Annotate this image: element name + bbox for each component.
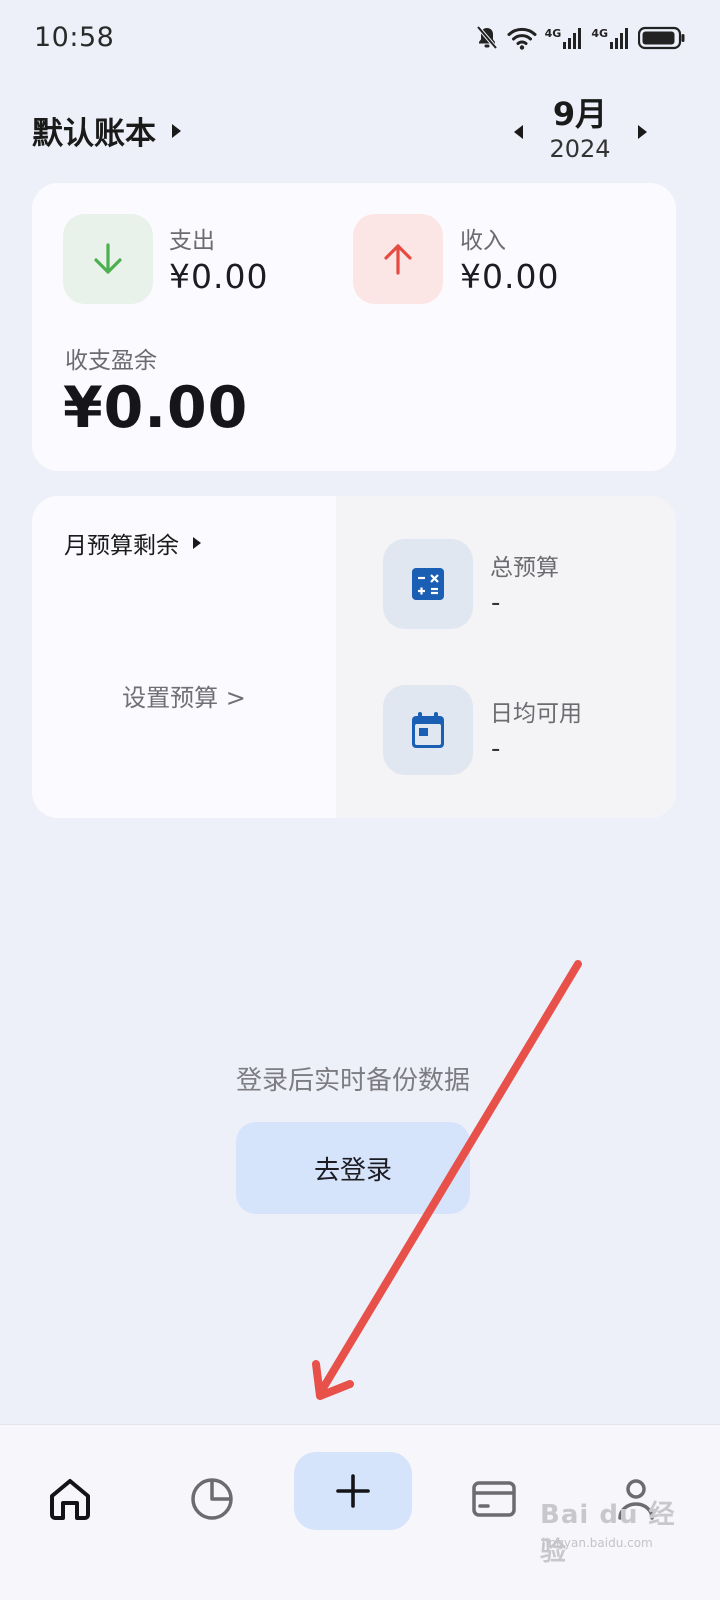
bell-off-icon	[475, 25, 499, 51]
nav-accounts[interactable]	[464, 1469, 524, 1529]
card-icon	[472, 1481, 516, 1517]
calculator-icon	[412, 568, 444, 600]
status-icons: 4G 4G	[475, 22, 686, 54]
nav-statistics[interactable]	[182, 1469, 242, 1529]
screen: 10:58 4G 4G 默认账本 9月 2024 支出 ¥0.00 收入 ¥0.…	[0, 0, 720, 1600]
watermark-text: Bai du 经验	[540, 1500, 676, 1567]
network-type-1: 4G	[544, 27, 562, 40]
wifi-icon	[507, 26, 537, 50]
signal-bars-icon	[610, 28, 628, 49]
income-value: ¥0.00	[460, 257, 560, 296]
expense-label: 支出	[169, 228, 215, 254]
book-selector[interactable]: 默认账本	[32, 108, 181, 153]
watermark: Bai du 经验 jingyan.baidu.com	[540, 1494, 680, 1567]
signal-2: 4G	[591, 27, 630, 49]
total-budget-tile	[383, 539, 473, 629]
year-label: 2024	[549, 135, 611, 163]
arrow-up-icon	[384, 244, 412, 275]
daily-available-value: -	[491, 734, 501, 764]
prev-month-button[interactable]	[508, 122, 528, 142]
chart-pie-icon	[191, 1478, 233, 1520]
status-bar: 10:58 4G 4G	[0, 0, 720, 78]
arrow-down-icon	[94, 243, 122, 274]
status-time: 10:58	[34, 22, 115, 53]
signal-bars-icon	[563, 28, 582, 49]
network-type-2: 4G	[591, 27, 608, 40]
book-name: 默认账本	[32, 116, 156, 152]
budget-card[interactable]: 月预算剩余 设置预算 > 总预算 - 日均可用 -	[32, 496, 676, 818]
daily-available-tile	[383, 685, 473, 775]
total-budget-label: 总预算	[490, 555, 559, 581]
daily-available-label: 日均可用	[490, 701, 582, 727]
next-month-button[interactable]	[632, 122, 652, 142]
expense-tile	[63, 214, 153, 304]
caret-left-icon	[513, 125, 523, 139]
signal-1: 4G	[545, 27, 584, 49]
plus-icon	[336, 1474, 370, 1508]
balance-value: ¥0.00	[63, 375, 249, 441]
set-budget-link[interactable]: 设置预算 >	[32, 678, 336, 713]
watermark-sub: jingyan.baidu.com	[542, 1536, 653, 1550]
expense-value: ¥0.00	[169, 257, 269, 296]
caret-right-icon	[193, 537, 201, 549]
month-label: 9月	[552, 95, 608, 133]
battery-icon	[638, 26, 686, 50]
home-icon	[50, 1479, 90, 1520]
total-budget-value: -	[491, 588, 501, 618]
income-tile	[353, 214, 443, 304]
calendar-icon	[412, 712, 444, 748]
login-button[interactable]: 去登录	[236, 1122, 470, 1214]
login-hint: 登录后实时备份数据	[235, 1066, 470, 1096]
budget-title-text: 月预算剩余	[64, 533, 179, 559]
caret-right-icon	[172, 123, 181, 138]
budget-details-panel	[336, 496, 676, 818]
month-selector[interactable]: 9月 2024	[530, 94, 630, 164]
income-label: 收入	[460, 228, 506, 254]
add-record-button[interactable]	[294, 1452, 412, 1530]
caret-right-icon	[637, 125, 647, 139]
budget-title[interactable]: 月预算剩余	[64, 526, 201, 560]
summary-card[interactable]: 支出 ¥0.00 收入 ¥0.00 收支盈余 ¥0.00	[32, 183, 676, 471]
balance-label: 收支盈余	[65, 348, 157, 374]
nav-home[interactable]	[40, 1469, 100, 1529]
